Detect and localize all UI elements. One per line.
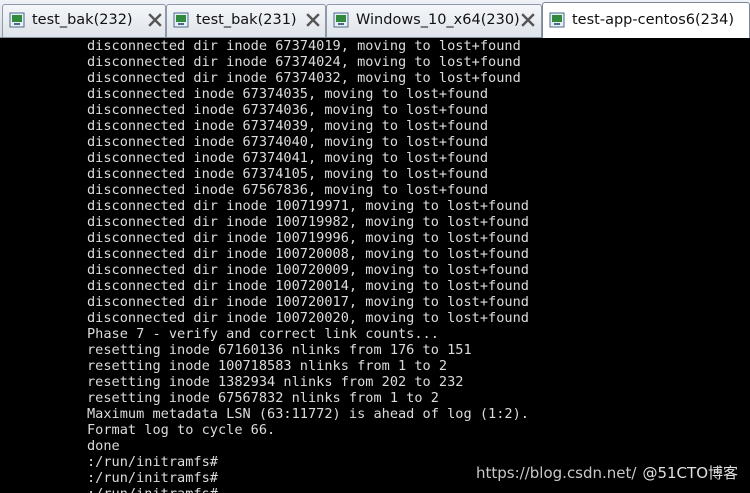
vm-console-window: test_bak(232) test_bak(231) Windows_10_x…: [0, 0, 750, 493]
terminal-line: disconnected dir inode 100720017, moving…: [87, 294, 529, 310]
terminal-line: disconnected inode 67374036, moving to l…: [87, 102, 489, 118]
vm-tab-icon: [333, 12, 349, 28]
terminal-line: disconnected dir inode 67374024, moving …: [87, 54, 521, 70]
vm-tab-icon: [173, 12, 189, 28]
terminal-line: disconnected inode 67374035, moving to l…: [87, 86, 489, 102]
terminal-line: :/run/initramfs#: [87, 454, 218, 470]
watermark-url: https://blog.csdn.net/: [476, 464, 637, 482]
terminal-line: disconnected dir inode 100720009, moving…: [87, 262, 529, 278]
terminal-line: disconnected inode 67567836, moving to l…: [87, 182, 489, 198]
tab-label: test_bak(232): [32, 12, 133, 28]
close-icon[interactable]: [146, 11, 164, 29]
terminal-line: resetting inode 67567832 nlinks from 1 t…: [87, 390, 439, 406]
terminal-line: disconnected inode 67374105, moving to l…: [87, 166, 489, 182]
terminal-line: disconnected dir inode 100720008, moving…: [87, 246, 529, 262]
terminal-line: disconnected inode 67374039, moving to l…: [87, 118, 489, 134]
tab-bar: test_bak(232) test_bak(231) Windows_10_x…: [0, 0, 750, 38]
terminal-screen[interactable]: disconnected dir inode 67374019, moving …: [0, 38, 750, 493]
terminal-line: Maximum metadata LSN (63:11772) is ahead…: [87, 406, 529, 422]
tab-label: Windows_10_x64(230): [356, 12, 520, 28]
vm-tab-icon: [549, 12, 565, 28]
tab-test-app-centos6-234[interactable]: test-app-centos6(234): [542, 2, 750, 38]
close-icon[interactable]: [304, 11, 322, 29]
terminal-line: :/run/initramfs#: [87, 470, 218, 486]
terminal-line: resetting inode 67160136 nlinks from 176…: [87, 342, 472, 358]
terminal-line: disconnected dir inode 67374019, moving …: [87, 38, 521, 54]
watermark: https://blog.csdn.net/ @51CTO博客: [476, 462, 738, 483]
terminal-line: disconnected dir inode 100719996, moving…: [87, 230, 529, 246]
tab-windows-10-x64-230[interactable]: Windows_10_x64(230): [326, 4, 542, 37]
terminal-line: :/run/initramfs#: [87, 486, 218, 493]
terminal-line: resetting inode 1382934 nlinks from 202 …: [87, 374, 464, 390]
terminal-line: disconnected dir inode 100720014, moving…: [87, 278, 529, 294]
tab-label: test_bak(231): [196, 12, 297, 28]
vm-tab-icon: [9, 12, 25, 28]
tab-label: test-app-centos6(234): [572, 12, 735, 28]
terminal-line: disconnected dir inode 100719982, moving…: [87, 214, 529, 230]
terminal-line: resetting inode 100718583 nlinks from 1 …: [87, 358, 448, 374]
tab-test-bak-232[interactable]: test_bak(232): [2, 4, 166, 37]
terminal-line: Format log to cycle 66.: [87, 422, 276, 438]
terminal-line: disconnected dir inode 100719971, moving…: [87, 198, 529, 214]
terminal-line: disconnected dir inode 100720020, moving…: [87, 310, 529, 326]
terminal-line: disconnected inode 67374040, moving to l…: [87, 134, 489, 150]
terminal-line: done: [87, 438, 120, 454]
terminal-line: disconnected dir inode 67374032, moving …: [87, 70, 521, 86]
tab-test-bak-231[interactable]: test_bak(231): [166, 4, 326, 37]
close-icon[interactable]: [519, 11, 537, 29]
watermark-brand: @51CTO博客: [642, 464, 738, 482]
terminal-line: Phase 7 - verify and correct link counts…: [87, 326, 439, 342]
terminal-line: disconnected inode 67374041, moving to l…: [87, 150, 489, 166]
